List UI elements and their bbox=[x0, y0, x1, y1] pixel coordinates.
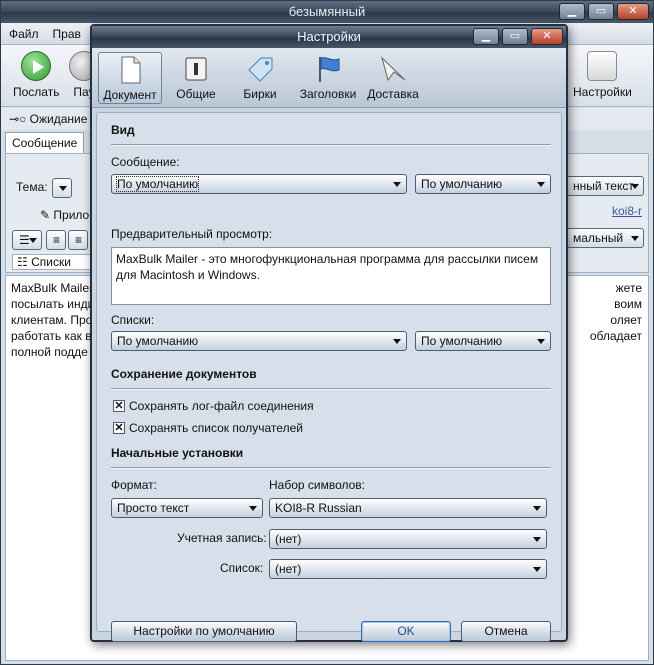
align-left-button[interactable]: ≡ bbox=[46, 230, 66, 250]
preview-label: Предварительный просмотр: bbox=[111, 227, 273, 241]
menu-file[interactable]: Файл bbox=[9, 27, 39, 41]
minimize-button[interactable]: ▁ bbox=[559, 3, 585, 20]
settings-label: Настройки bbox=[573, 85, 632, 99]
cancel-button[interactable]: Отмена bbox=[461, 621, 551, 642]
body-line-right: обладает bbox=[589, 329, 642, 343]
tab-delivery[interactable]: Доставка bbox=[366, 52, 420, 104]
size-dropdown[interactable]: мальный bbox=[566, 228, 644, 248]
ok-button[interactable]: OK bbox=[361, 621, 451, 642]
section-init-heading: Начальные установки bbox=[111, 446, 244, 460]
divider bbox=[111, 388, 551, 389]
lists-encoding-select[interactable]: По умолчанию bbox=[415, 331, 551, 351]
charset-select[interactable]: KOI8-R Russian bbox=[269, 498, 547, 518]
lists-format-select[interactable]: По умолчанию bbox=[111, 331, 407, 351]
tab-tags[interactable]: Бирки bbox=[236, 52, 284, 104]
charset-label: Набор символов: bbox=[269, 478, 366, 492]
settings-dialog: Настройки ▁ ▭ ✕ Документ Общие Бирки Заг… bbox=[90, 24, 568, 642]
tab-document[interactable]: Документ bbox=[98, 52, 162, 104]
subject-label: Тема: bbox=[16, 180, 48, 194]
dialog-close-button[interactable]: ✕ bbox=[531, 28, 563, 45]
paper-plane-icon bbox=[378, 54, 408, 84]
tag-icon bbox=[245, 54, 275, 84]
list-select[interactable]: (нет) bbox=[269, 559, 547, 579]
document-icon bbox=[115, 55, 145, 85]
checkbox-checked-icon: ✕ bbox=[113, 400, 125, 412]
status-text: Ожидание bbox=[29, 112, 88, 126]
settings-tab-bar: Документ Общие Бирки Заголовки Доставка bbox=[92, 48, 566, 108]
switch-icon bbox=[587, 51, 618, 81]
lists-label: Списки: bbox=[111, 313, 155, 327]
align-center-button[interactable]: ≡ bbox=[68, 230, 88, 250]
body-line-right: жете bbox=[615, 281, 642, 295]
send-label: Послать bbox=[13, 85, 60, 99]
attach-label: ✎ Прило bbox=[40, 208, 90, 222]
list-icon: ☷ bbox=[17, 255, 28, 269]
tab-headers[interactable]: Заголовки bbox=[296, 52, 360, 104]
main-tabs: Сообщение bbox=[5, 132, 85, 153]
switch-icon bbox=[181, 54, 211, 84]
subject-dropdown[interactable] bbox=[52, 178, 72, 198]
play-icon bbox=[21, 51, 52, 81]
section-view-heading: Вид bbox=[111, 123, 135, 137]
maximize-button[interactable]: ▭ bbox=[588, 3, 614, 20]
lists-tab[interactable]: ☷ Списки bbox=[12, 254, 92, 270]
format-label: Формат: bbox=[111, 478, 157, 492]
main-window-title: безымянный bbox=[1, 1, 653, 23]
settings-panel: Вид Сообщение: По умолчанию По умолчанию… bbox=[96, 112, 562, 642]
tab-message[interactable]: Сообщение bbox=[5, 132, 85, 153]
menu-edit[interactable]: Прав bbox=[53, 27, 81, 41]
body-line-right: оляет bbox=[610, 313, 642, 327]
flag-icon bbox=[313, 54, 343, 84]
format-select[interactable]: Просто текст bbox=[111, 498, 263, 518]
divider bbox=[111, 467, 551, 468]
main-window-controls: ▁ ▭ ✕ bbox=[559, 3, 649, 20]
checkbox-checked-icon: ✕ bbox=[113, 422, 125, 434]
message-label: Сообщение: bbox=[111, 155, 180, 169]
connection-icon: ⊸○ bbox=[9, 112, 27, 126]
save-log-checkbox[interactable]: ✕ Сохранять лог-файл соединения bbox=[113, 399, 314, 413]
restore-defaults-button[interactable]: Настройки по умолчанию bbox=[111, 621, 297, 642]
message-format-select[interactable]: По умолчанию bbox=[111, 174, 407, 194]
settings-button[interactable]: Настройки bbox=[573, 51, 632, 99]
text-type-dropdown[interactable]: нный текст bbox=[566, 176, 644, 196]
save-recipients-checkbox[interactable]: ✕ Сохранять список получателей bbox=[113, 421, 303, 435]
section-save-heading: Сохранение документов bbox=[111, 367, 257, 381]
close-button[interactable]: ✕ bbox=[617, 3, 649, 20]
tab-general[interactable]: Общие bbox=[170, 52, 222, 104]
dialog-minimize-button[interactable]: ▁ bbox=[473, 28, 499, 45]
dialog-window-controls: ▁ ▭ ✕ bbox=[473, 28, 563, 45]
account-label: Учетная запись: bbox=[177, 531, 267, 545]
account-select[interactable]: (нет) bbox=[269, 529, 547, 549]
body-line-right: воим bbox=[614, 297, 642, 311]
send-button[interactable]: Послать bbox=[13, 51, 59, 99]
paperclip-icon: ✎ bbox=[40, 208, 51, 222]
dialog-maximize-button[interactable]: ▭ bbox=[502, 28, 528, 45]
preview-textarea[interactable]: MaxBulk Mailer - это многофункциональная… bbox=[111, 247, 551, 305]
charset-link[interactable]: koi8-r bbox=[612, 204, 642, 218]
divider bbox=[111, 144, 551, 145]
format-dropdown[interactable]: ☰ bbox=[12, 230, 42, 250]
list-label: Список: bbox=[220, 561, 264, 575]
message-encoding-select[interactable]: По умолчанию bbox=[415, 174, 551, 194]
